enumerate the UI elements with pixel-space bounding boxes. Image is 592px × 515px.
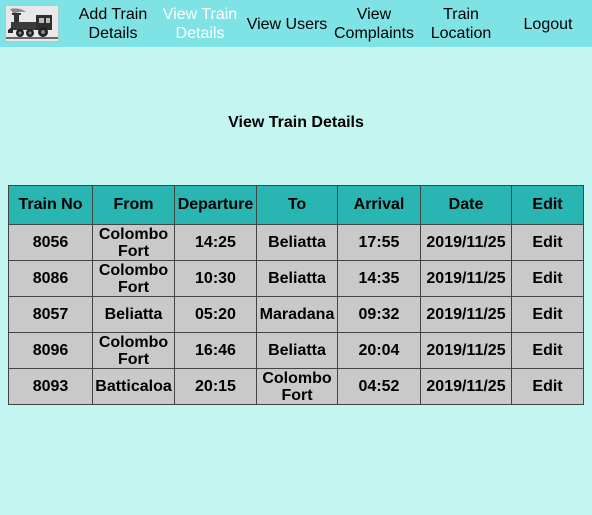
edit-link[interactable]: Edit (511, 260, 584, 297)
table-row: 8056 Colombo Fort 14:25 Beliatta 17:55 2… (8, 224, 584, 261)
edit-link[interactable]: Edit (511, 332, 584, 369)
nav-label-line1: Train (443, 6, 479, 23)
header-edit: Edit (511, 185, 584, 225)
table-row: 8093 Batticaloa 20:15 Colombo Fort 04:52… (8, 368, 584, 405)
cell-train-no: 8093 (8, 368, 93, 405)
cell-train-no: 8096 (8, 332, 93, 369)
header-departure: Departure (174, 185, 257, 225)
cell-to: Beliatta (256, 260, 338, 297)
page-title: View Train Details (228, 114, 364, 131)
cell-date: 2019/11/25 (420, 332, 512, 369)
cell-departure: 05:20 (174, 296, 257, 333)
header-from: From (92, 185, 175, 225)
header-date: Date (420, 185, 512, 225)
cell-arrival: 14:35 (337, 260, 421, 297)
train-logo[interactable] (5, 5, 59, 42)
edit-link[interactable]: Edit (511, 224, 584, 261)
nav-label-line1: Add Train (78, 6, 148, 23)
cell-from: Colombo Fort (92, 260, 175, 297)
nav-label-line2: Location (430, 25, 492, 42)
cell-to: Colombo Fort (256, 368, 338, 405)
table-row: 8096 Colombo Fort 16:46 Beliatta 20:04 2… (8, 332, 584, 369)
cell-date: 2019/11/25 (420, 224, 512, 261)
header-to: To (256, 185, 338, 225)
cell-date: 2019/11/25 (420, 368, 512, 405)
cell-arrival: 17:55 (337, 224, 421, 261)
cell-from: Beliatta (92, 296, 175, 333)
nav-label-line1: View Train (162, 6, 238, 23)
edit-link[interactable]: Edit (511, 368, 584, 405)
train-icon (6, 6, 58, 41)
cell-to: Beliatta (256, 332, 338, 369)
cell-departure: 16:46 (174, 332, 257, 369)
cell-train-no: 8056 (8, 224, 93, 261)
cell-train-no: 8086 (8, 260, 93, 297)
nav-view-train-details[interactable]: View Train Details (162, 5, 238, 43)
nav-label-line1: Logout (523, 16, 573, 33)
nav-train-location[interactable]: Train Location (428, 5, 494, 43)
nav-label-line2: Complaints (333, 25, 415, 42)
nav-logout[interactable]: Logout (520, 15, 576, 34)
table-row: 8086 Colombo Fort 10:30 Beliatta 14:35 2… (8, 260, 584, 297)
cell-to: Maradana (256, 296, 338, 333)
cell-train-no: 8057 (8, 296, 93, 333)
cell-to: Beliatta (256, 224, 338, 261)
cell-departure: 14:25 (174, 224, 257, 261)
nav-label-line1: View Users (246, 16, 328, 33)
edit-link[interactable]: Edit (511, 296, 584, 333)
cell-departure: 10:30 (174, 260, 257, 297)
table-header-row: Train No From Departure To Arrival Date … (8, 185, 584, 225)
cell-date: 2019/11/25 (420, 296, 512, 333)
table-row: 8057 Beliatta 05:20 Maradana 09:32 2019/… (8, 296, 584, 333)
train-details-table: Train No From Departure To Arrival Date … (8, 185, 584, 405)
nav-add-train-details[interactable]: Add Train Details (76, 5, 150, 43)
nav-view-complaints[interactable]: View Complaints (332, 5, 416, 43)
cell-arrival: 04:52 (337, 368, 421, 405)
cell-arrival: 09:32 (337, 296, 421, 333)
nav-view-users[interactable]: View Users (246, 15, 328, 34)
cell-arrival: 20:04 (337, 332, 421, 369)
nav-label-line2: Details (88, 25, 138, 42)
nav-label-line2: Details (175, 25, 225, 42)
cell-departure: 20:15 (174, 368, 257, 405)
navbar: View Train Details Add Train Details Vie… (0, 0, 592, 47)
nav-label-line1: View (356, 6, 392, 23)
cell-from: Colombo Fort (92, 224, 175, 261)
cell-from: Colombo Fort (92, 332, 175, 369)
cell-date: 2019/11/25 (420, 260, 512, 297)
header-arrival: Arrival (337, 185, 421, 225)
header-train-no: Train No (8, 185, 93, 225)
cell-from: Batticaloa (92, 368, 175, 405)
